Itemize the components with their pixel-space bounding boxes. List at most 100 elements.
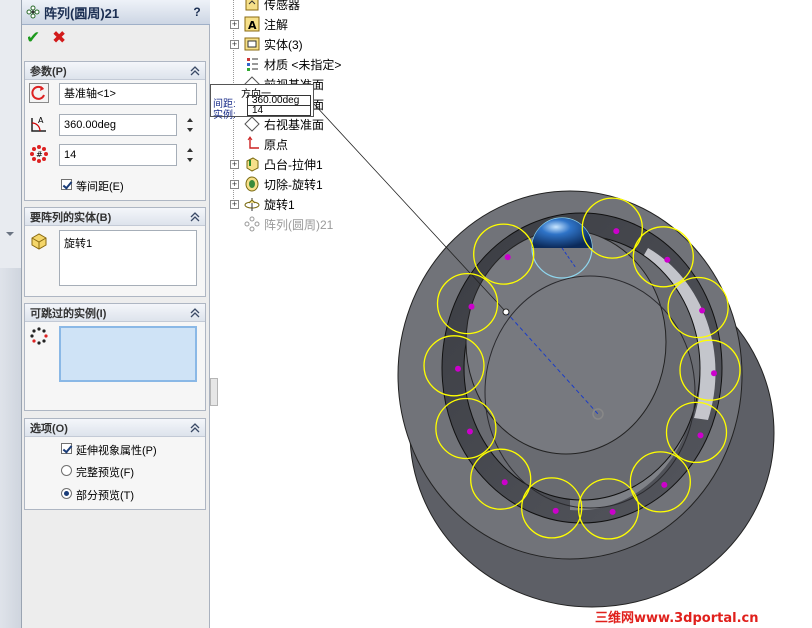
ok-button[interactable]: ✔ [26, 29, 42, 46]
collapse-icon[interactable] [189, 307, 201, 319]
property-manager: 阵列(圆周)21 ? ✔ ✖ 参数(P) 基准轴<1> A 360.00deg … [22, 0, 210, 628]
sensor-icon [245, 0, 259, 11]
instance-marker [711, 370, 717, 377]
groove-band-lower [570, 420, 690, 511]
angle-icon: A [31, 116, 46, 132]
preview-instance-circle [423, 335, 485, 397]
tree-item-label: 实体(3) [264, 37, 303, 52]
preview-instance-circle [679, 339, 741, 401]
svg-text:#: # [36, 150, 43, 159]
expand-plus-icon[interactable]: + [230, 199, 239, 209]
preview-instance-circle [473, 223, 535, 285]
panel-splitter-handle[interactable] [210, 378, 218, 406]
tree-item-boss-extrude[interactable]: + 凸台-拉伸1 [218, 154, 323, 174]
tree-item-material[interactable]: 材质 <未指定> [218, 54, 341, 74]
preview-instance-circle [632, 226, 694, 288]
preview-instance-circle [435, 397, 497, 460]
axis-point [502, 308, 510, 316]
parameters-group: 参数(P) 基准轴<1> A 360.00deg # 14 等间距(E) [24, 61, 206, 201]
axis-input[interactable]: 基准轴<1> [59, 83, 197, 105]
left-panel-strip [0, 0, 22, 628]
count-spinner[interactable] [185, 144, 195, 166]
tree-item-label: 原点 [264, 137, 289, 152]
tree-item-origin[interactable]: 原点 [218, 134, 288, 154]
instance-marker [697, 432, 704, 439]
preview-instance-circle [577, 478, 640, 540]
site-watermark: 三维网www.3dportal.cn [595, 611, 759, 626]
help-button[interactable]: ? [190, 5, 204, 19]
preview-instance-circle [665, 401, 728, 464]
skip-instances-list[interactable] [59, 326, 197, 382]
cut-revolve-icon [245, 176, 259, 192]
angle-spinner[interactable] [185, 114, 195, 136]
instance-marker [466, 428, 473, 435]
circular-pattern-icon [244, 216, 260, 232]
pattern-axis [505, 311, 599, 415]
axis-end-icon [592, 408, 604, 420]
bodies-list[interactable]: 旋转1 [59, 230, 197, 286]
tree-item-label: 传感器 [264, 0, 301, 12]
instance-count-input[interactable]: 14 [59, 144, 177, 166]
cancel-button[interactable]: ✖ [52, 29, 68, 46]
instance-marker [613, 228, 620, 235]
instance-marker [661, 481, 668, 488]
annotation-icon: A [244, 16, 260, 32]
instance-marker [609, 508, 616, 515]
options-header-label: 选项(O) [30, 422, 68, 435]
expand-plus-icon[interactable]: + [230, 19, 239, 29]
feature-manager-tree: 传感器 + A 注解 + 实体(3) 材质 <未指定> 前视基准面 上视基准面 … [218, 0, 418, 240]
collapse-icon[interactable] [189, 65, 201, 77]
expander-empty [230, 60, 239, 69]
tree-item-circular-pattern[interactable]: 阵列(圆周)21 [218, 214, 333, 234]
options-group-header[interactable]: 选项(O) [25, 419, 205, 437]
partial-preview-radio[interactable] [61, 488, 72, 499]
skip-header-label: 可跳过的实例(I) [30, 307, 107, 320]
full-preview-radio[interactable] [61, 465, 72, 476]
tree-item-label: 材质 <未指定> [264, 57, 342, 72]
strip-tab-area [0, 0, 21, 268]
bodies-list-item[interactable]: 旋转1 [64, 235, 92, 251]
expander-empty [230, 220, 239, 229]
preview-instance-circle [436, 272, 499, 335]
outer-cylinder-side [409, 258, 775, 608]
tree-item-label: 右视基准面 [264, 117, 325, 132]
plane-icon [244, 116, 260, 132]
tree-item-annotations[interactable]: + A 注解 [218, 14, 288, 34]
revolve-icon [244, 198, 260, 211]
parameters-header-label: 参数(P) [30, 65, 67, 78]
pattern-preview-instances [423, 197, 741, 540]
direction-callout[interactable]: 方向一 间距: 360.00deg 实例: 14 [210, 84, 314, 121]
outer-ring-face [397, 190, 743, 560]
tree-item-revolve[interactable]: + 旋转1 [218, 194, 295, 214]
circular-pattern-icon [26, 5, 40, 19]
instance-marker [468, 303, 475, 310]
collapse-icon[interactable] [189, 422, 201, 434]
instance-count-icon: # [30, 145, 48, 163]
skip-group-header[interactable]: 可跳过的实例(I) [25, 304, 205, 322]
expander-empty [230, 0, 239, 9]
preview-instance-circle [667, 276, 729, 339]
reverse-direction-icon[interactable] [29, 83, 49, 103]
tree-item-cut-revolve[interactable]: + 切除-旋转1 [218, 174, 323, 194]
seed-ball [532, 218, 592, 248]
angle-input[interactable]: 360.00deg [59, 114, 177, 136]
expand-plus-icon[interactable]: + [230, 179, 239, 189]
inner-bore [465, 229, 667, 455]
tree-item-sensors[interactable]: 传感器 [218, 0, 300, 14]
seed-ball-outline [531, 217, 593, 279]
bodies-group-header[interactable]: 要阵列的实体(B) [25, 208, 205, 226]
strip-dropdown-icon[interactable] [6, 232, 14, 236]
propagate-visual-checkbox[interactable] [61, 443, 72, 454]
equal-spacing-checkbox[interactable] [61, 179, 72, 190]
equal-spacing-label: 等间距(E) [76, 181, 124, 193]
preview-instance-circle [629, 451, 691, 513]
tree-item-solid-bodies[interactable]: + 实体(3) [218, 34, 303, 54]
expand-plus-icon[interactable]: + [230, 159, 239, 169]
tree-item-label: 切除-旋转1 [264, 177, 323, 192]
expand-plus-icon[interactable]: + [230, 39, 239, 49]
parameters-group-header[interactable]: 参数(P) [25, 62, 205, 80]
material-icon [247, 58, 258, 71]
groove-highlight [640, 248, 716, 420]
collapse-icon[interactable] [189, 211, 201, 223]
callout-instances-input[interactable]: 14 [247, 105, 311, 116]
